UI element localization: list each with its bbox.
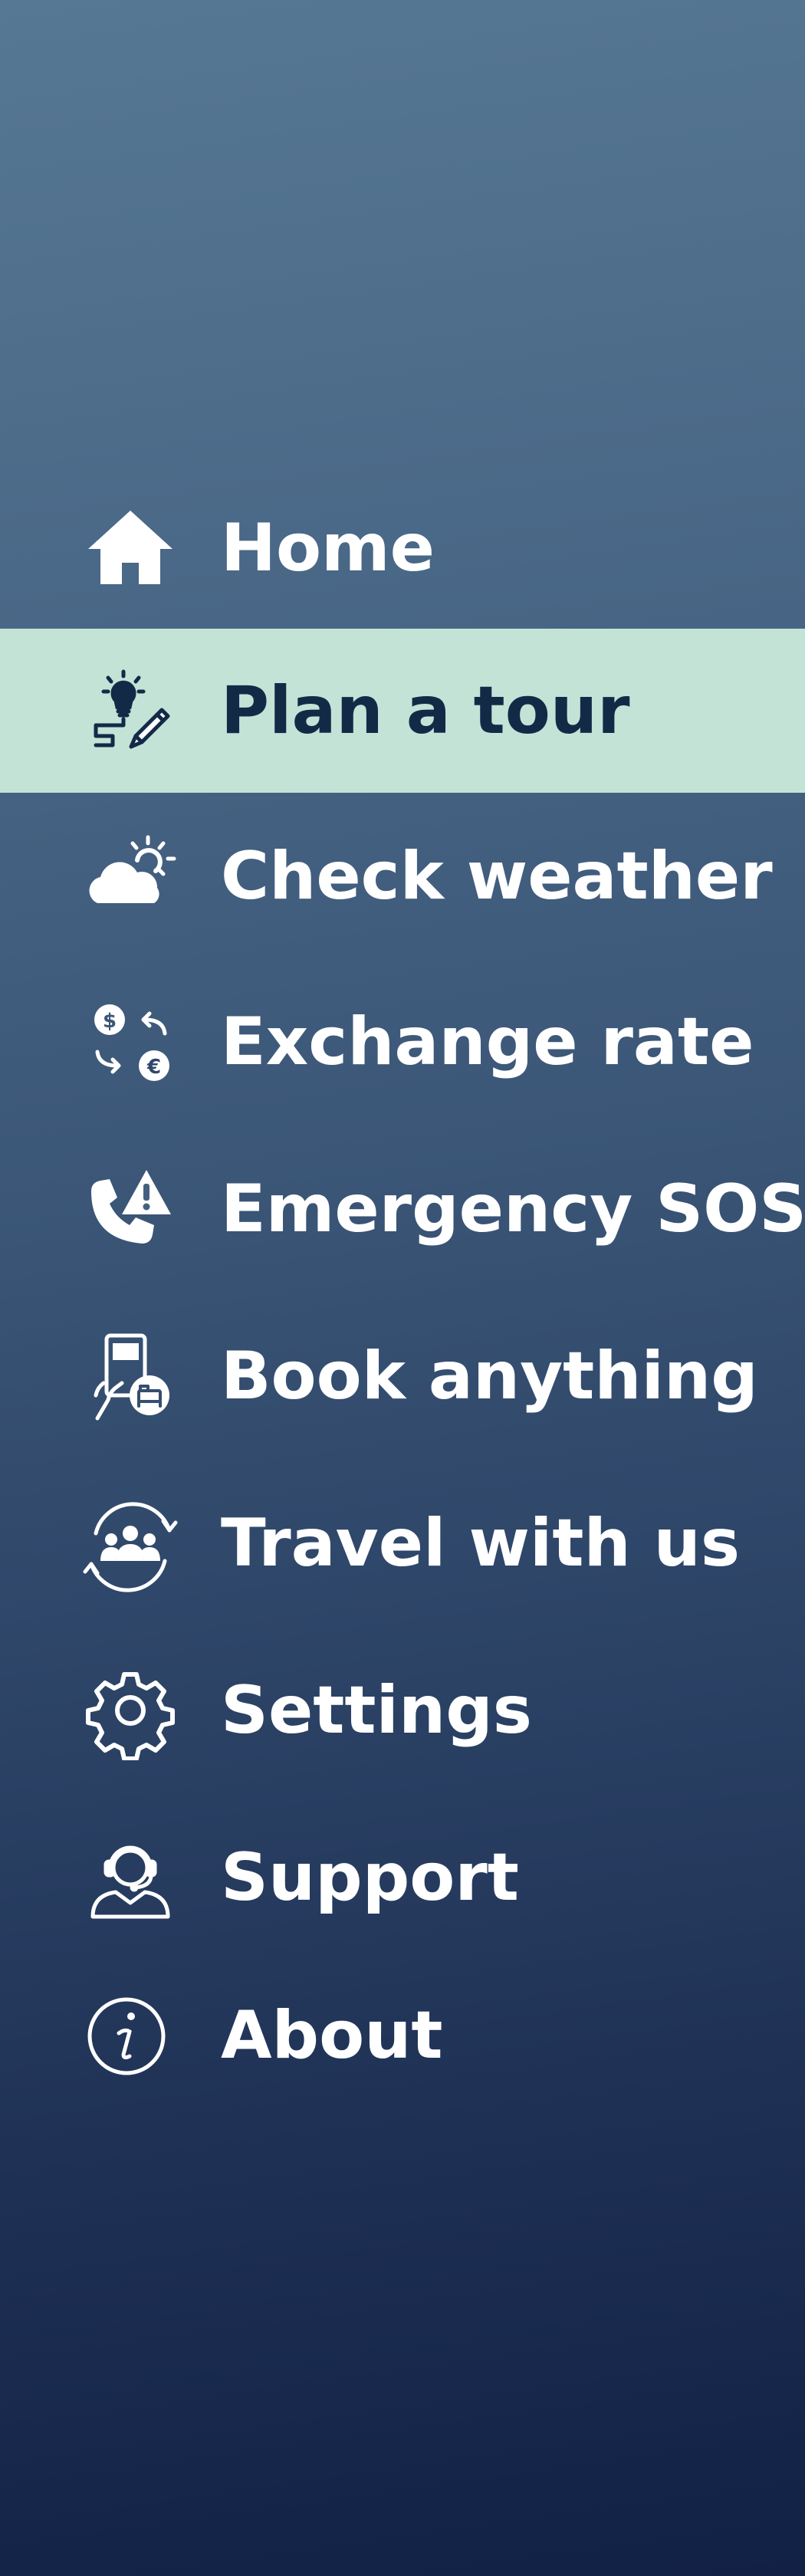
menu-item-emergency-sos[interactable]: Emergency SOS [0, 1127, 805, 1291]
currency-exchange-icon: $ € [80, 992, 180, 1092]
svg-text:€: € [146, 1056, 161, 1079]
menu-item-exchange-rate[interactable]: $ € Exchange rate [0, 960, 805, 1124]
booking-phone-icon [80, 1326, 180, 1426]
info-icon [80, 1986, 180, 2085]
menu-item-home[interactable]: Home [0, 466, 805, 630]
menu-item-travel-with-us[interactable]: Travel with us [0, 1461, 805, 1625]
menu-label-plan-a-tour: Plan a tour [221, 672, 630, 749]
menu-label-emergency-sos: Emergency SOS [221, 1171, 805, 1247]
emergency-phone-icon [80, 1159, 180, 1259]
home-icon [80, 498, 180, 598]
menu-label-check-weather: Check weather [221, 838, 773, 915]
support-agent-icon [80, 1828, 180, 1927]
weather-icon [80, 826, 180, 926]
menu-label-travel-with-us: Travel with us [221, 1505, 741, 1582]
plan-tour-icon [80, 661, 180, 761]
menu-label-support: Support [221, 1839, 519, 1916]
menu-item-support[interactable]: Support [0, 1796, 805, 1960]
menu-item-book-anything[interactable]: Book anything [0, 1294, 805, 1458]
group-travel-icon [80, 1493, 180, 1593]
menu-item-settings[interactable]: Settings [0, 1628, 805, 1792]
menu-item-plan-a-tour[interactable]: Plan a tour [0, 629, 805, 793]
side-menu: Home Plan a tour Check weather $ € Excha… [0, 0, 805, 2576]
gear-icon [80, 1661, 180, 1760]
svg-text:$: $ [103, 1010, 117, 1033]
menu-label-settings: Settings [221, 1672, 532, 1749]
menu-label-home: Home [221, 510, 435, 586]
app-screen: Home Plan a tour Check weather $ € Excha… [0, 0, 805, 2576]
menu-item-check-weather[interactable]: Check weather [0, 794, 805, 958]
menu-item-about[interactable]: About [0, 1953, 805, 2118]
menu-label-exchange-rate: Exchange rate [221, 1004, 754, 1080]
menu-label-book-anything: Book anything [221, 1338, 758, 1414]
menu-label-about: About [221, 1997, 443, 2074]
